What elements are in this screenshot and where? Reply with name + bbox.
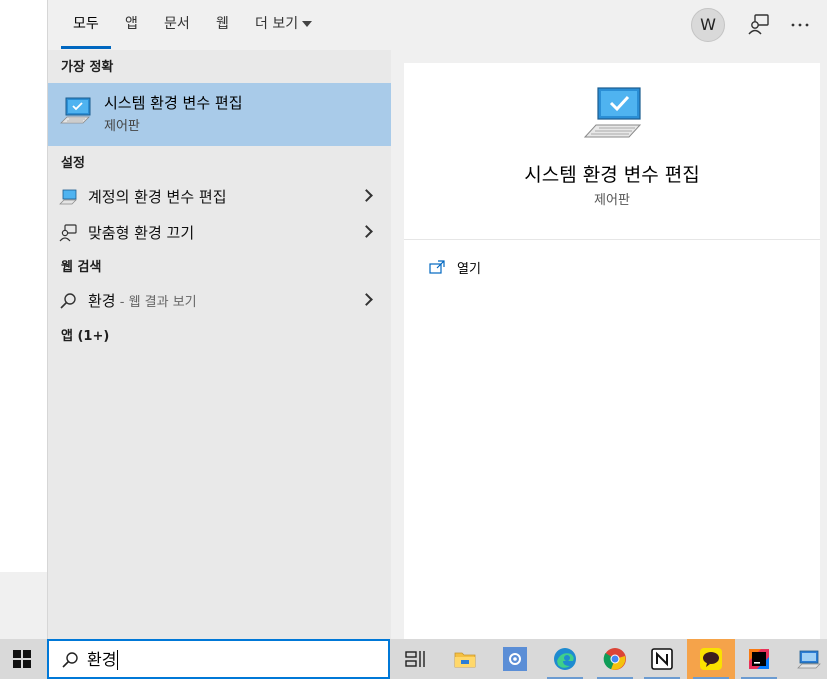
tab-bar: 모두 앱 문서 웹 더 보기 W bbox=[48, 0, 827, 50]
tab-apps[interactable]: 앱 bbox=[125, 14, 138, 34]
web-search-label: 환경 - 웹 결과 보기 bbox=[88, 291, 197, 313]
settings-item-label: 맞춤형 환경 끄기 bbox=[88, 224, 195, 242]
chrome-browser-icon bbox=[603, 648, 626, 670]
web-search-header: 웹 검색 bbox=[61, 260, 102, 275]
preview-title: 시스템 환경 변수 편집 bbox=[524, 164, 700, 186]
kakaotalk-app-button[interactable] bbox=[687, 639, 735, 679]
best-match-header: 가장 정확 bbox=[61, 60, 114, 75]
settings-item-label: 계정의 환경 변수 편집 bbox=[88, 188, 227, 206]
text-cursor bbox=[117, 650, 119, 670]
remote-desktop-app-button[interactable] bbox=[785, 639, 827, 679]
intellij-icon bbox=[749, 649, 769, 669]
active-tab-indicator bbox=[61, 46, 111, 49]
file-explorer-button[interactable] bbox=[441, 639, 489, 679]
more-options-icon[interactable] bbox=[787, 12, 813, 38]
desktop-window-background bbox=[0, 0, 47, 572]
tab-documents[interactable]: 문서 bbox=[164, 14, 190, 34]
preview-pane: 시스템 환경 변수 편집 제어판 열기 bbox=[404, 63, 820, 639]
chevron-right-icon[interactable] bbox=[360, 189, 373, 202]
search-icon bbox=[60, 293, 76, 309]
edge-browser-icon bbox=[554, 648, 576, 670]
best-match-item[interactable]: 시스템 환경 변수 편집 제어판 bbox=[48, 83, 391, 146]
feedback-icon[interactable] bbox=[746, 12, 772, 38]
windows-start-icon[interactable] bbox=[13, 650, 31, 668]
results-list: 가장 정확 시스템 환경 변수 편집 제어판 설정 계정의 환경 변수 편집 맞… bbox=[48, 50, 391, 639]
search-input[interactable]: 환경 bbox=[87, 650, 119, 670]
chevron-right-icon[interactable] bbox=[360, 293, 373, 306]
tab-all[interactable]: 모두 bbox=[73, 14, 99, 34]
system-settings-monitor-icon bbox=[60, 97, 91, 124]
preview-subtitle: 제어판 bbox=[594, 193, 630, 208]
taskbar-search-box[interactable]: 환경 bbox=[47, 639, 390, 679]
settings-item-account-env-vars[interactable]: 계정의 환경 변수 편집 bbox=[48, 180, 391, 214]
chrome-browser-button[interactable] bbox=[591, 639, 639, 679]
chevron-right-icon[interactable] bbox=[360, 225, 373, 238]
task-view-button[interactable] bbox=[391, 639, 439, 679]
desktop-window-background-lower bbox=[0, 572, 47, 639]
task-view-icon bbox=[405, 651, 425, 667]
search-input-value: 환경 bbox=[87, 650, 117, 669]
remote-desktop-icon bbox=[797, 650, 821, 669]
notion-app-button[interactable] bbox=[638, 639, 686, 679]
folder-icon bbox=[454, 652, 476, 668]
best-match-title: 시스템 환경 변수 편집 bbox=[104, 94, 243, 112]
feedback-person-icon bbox=[59, 224, 77, 242]
web-search-suffix: - 웹 결과 보기 bbox=[115, 295, 197, 310]
intellij-app-button[interactable] bbox=[735, 639, 783, 679]
settings-header: 설정 bbox=[61, 156, 85, 171]
best-match-subtitle: 제어판 bbox=[104, 119, 140, 134]
settings-app-button[interactable] bbox=[491, 639, 539, 679]
search-panel: 모두 앱 문서 웹 더 보기 W 가장 정확 시스템 환경 변수 편집 제어판 … bbox=[47, 0, 827, 639]
tab-more-label: 더 보기 bbox=[255, 16, 299, 32]
web-search-item[interactable]: 환경 - 웹 결과 보기 bbox=[48, 284, 391, 318]
monitor-icon bbox=[59, 189, 77, 205]
search-icon bbox=[62, 652, 78, 668]
settings-item-tailored-experiences[interactable]: 맞춤형 환경 끄기 bbox=[48, 216, 391, 250]
chevron-down-icon bbox=[302, 21, 313, 27]
avatar[interactable]: W bbox=[691, 8, 725, 42]
tab-more[interactable]: 더 보기 bbox=[255, 14, 313, 34]
kakaotalk-icon bbox=[700, 648, 722, 670]
divider bbox=[404, 239, 820, 240]
open-label: 열기 bbox=[457, 262, 481, 277]
apps-header[interactable]: 앱 (1+) bbox=[61, 328, 109, 346]
notion-icon bbox=[651, 648, 673, 670]
tab-web[interactable]: 웹 bbox=[216, 14, 229, 34]
system-settings-monitor-icon bbox=[583, 87, 642, 138]
web-search-query: 환경 bbox=[88, 292, 116, 310]
edge-browser-button[interactable] bbox=[541, 639, 589, 679]
taskbar: 환경 bbox=[0, 639, 827, 679]
gear-icon bbox=[503, 647, 527, 671]
open-external-icon bbox=[429, 260, 445, 274]
